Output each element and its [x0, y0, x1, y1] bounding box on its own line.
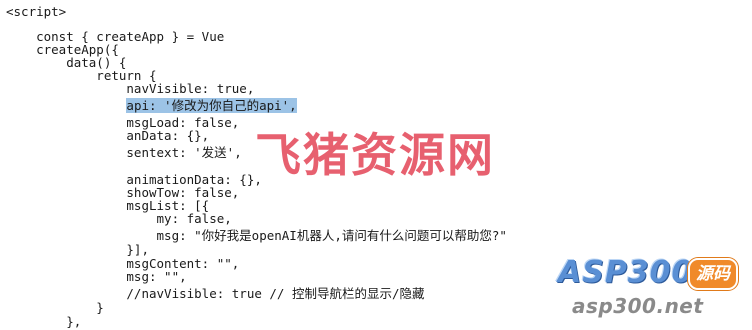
code-text: my: false, [6, 211, 232, 226]
code-text: msg: "", [6, 269, 187, 284]
code-text: navVisible: true, [6, 81, 255, 96]
selected-text: api: '修改为你自己的api', [126, 98, 297, 113]
site-logo: ASP300 源码 asp300.net [548, 256, 752, 328]
logo-badge: 源码 [688, 258, 738, 290]
code-line: anData: {}, [6, 128, 209, 144]
logo-url: asp300.net [572, 294, 704, 318]
code-line: msg: "", [6, 269, 187, 285]
code-text: msg: "你好我是openAI机器人,请问有什么问题可以帮助您?" [6, 228, 507, 243]
code-line: navVisible: true, [6, 81, 254, 97]
code-line: <script> [6, 4, 66, 20]
code-text: sentext: '发送', [6, 145, 242, 160]
code-text: //navVisible: true // 控制导航栏的显示/隐藏 [6, 286, 425, 301]
code-text: } [6, 300, 104, 315]
code-text: <script> [6, 4, 67, 19]
watermark-text: 飞猪资源网 [255, 128, 495, 182]
logo-brand: ASP300 [558, 255, 694, 290]
code-text: anData: {}, [6, 128, 210, 143]
code-text: }, [6, 314, 82, 329]
code-line-selected: api: '修改为你自己的api', [6, 98, 297, 114]
code-line: my: false, [6, 211, 232, 227]
code-text: }], [6, 242, 149, 257]
code-line: sentext: '发送', [6, 145, 242, 161]
